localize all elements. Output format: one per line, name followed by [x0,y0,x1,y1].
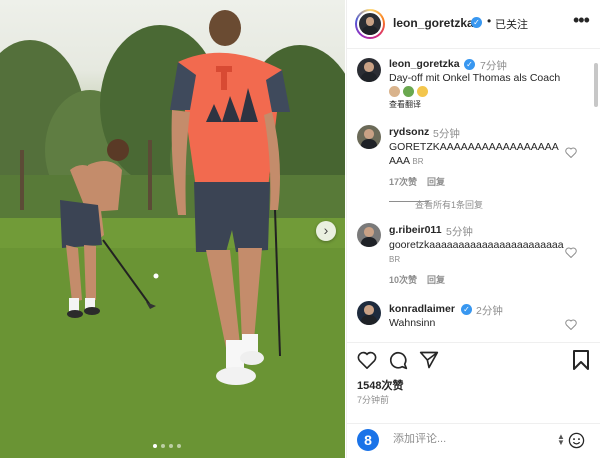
post-header: leon_goretzka ✓ • 已关注 ••• [347,0,600,49]
story-ring[interactable] [355,9,385,39]
add-comment-bar: 8 ▲▼ [347,423,600,460]
comment-body: gooretzkaaaaaaaaaaaaaaaaaaaaaaa [389,239,564,251]
comment-avatar[interactable] [357,301,381,325]
thumbs-up-emoji-icon [417,86,428,97]
carousel-dot [153,444,157,448]
caption-text: Day-off mit Onkel Thomas als Coach [389,72,561,84]
like-comment-heart-icon[interactable] [565,147,577,158]
comments-list: leon_goretzka ✓ 7分钟 Day-off mit Onkel Th… [347,49,600,341]
comment-bubble-icon[interactable] [388,350,408,370]
carousel-dot [169,444,173,448]
like-comment-heart-icon[interactable] [565,247,577,258]
verified-badge-icon: ✓ [471,17,482,28]
author-username[interactable]: leon_goretzka [393,16,474,30]
like-count[interactable]: 1548次赞 [357,377,403,393]
comment-text: Wahnsinn [389,317,436,329]
comment-time: 5分钟 [433,128,460,140]
reply-button[interactable]: 回复 [427,175,445,188]
post-timestamp: 7分钟前 [357,395,390,405]
older-man-emoji-icon [389,86,400,97]
comment-username[interactable]: rydsonz [389,126,429,138]
caption-username[interactable]: leon_goretzka [389,58,460,70]
comment-username[interactable]: g.ribeir011 [389,224,442,236]
verified-badge-icon: ✓ [461,304,472,315]
see-translation-link[interactable]: 查看翻译 [389,99,421,110]
like-comment-heart-icon[interactable] [565,319,577,330]
fairway [0,218,345,458]
golfer-emoji-icon [403,86,414,97]
carousel-next-button[interactable]: › [316,221,336,241]
caption-avatar[interactable] [357,58,381,82]
comment-like-count[interactable]: 10次赞 [389,273,417,286]
comment-text: GORETZKAAAAAAAAAAAAAAAAAAAA BR [389,140,564,169]
more-options-icon[interactable]: ••• [573,10,590,31]
caption-time: 7分钟 [480,60,507,72]
flag-label: BR [389,255,401,264]
comments-scrollbar[interactable] [594,49,598,321]
golf-ball [153,273,159,279]
comment-like-count[interactable]: 17次赞 [389,175,417,188]
carousel-dot [161,444,165,448]
emoji-smiley-icon[interactable] [568,432,585,449]
flag-label: BR [412,157,424,166]
author-avatar[interactable] [357,11,383,37]
save-bookmark-icon[interactable] [573,350,589,370]
share-paper-plane-icon[interactable] [419,350,439,370]
comment-avatar[interactable] [357,125,381,149]
follow-status-button[interactable]: 已关注 [495,16,528,32]
caret-updown-icon[interactable]: ▲ ▼ [557,433,565,447]
comment-text: gooretzkaaaaaaaaaaaaaaaaaaaaaaa BR [389,238,567,267]
add-comment-input[interactable] [393,433,543,445]
post-actions: 1548次赞 7分钟前 8 ▲▼ [347,342,600,459]
comment-username[interactable]: konradlaimer [389,303,455,315]
post-photo: › [0,0,345,458]
verified-badge-icon: ✓ [464,59,475,70]
scrollbar-thumb[interactable] [594,63,598,107]
translate-extension-icon[interactable]: 8 [357,429,379,451]
view-replies-link[interactable]: 查看所有1条回复 [415,198,483,211]
carousel-dots [153,444,181,448]
comment-time: 2分钟 [476,305,503,317]
carousel-dot [177,444,181,448]
like-heart-icon[interactable] [357,351,377,369]
post-sidebar: leon_goretzka ✓ • 已关注 ••• leon_goretzka … [346,0,600,458]
separator-dot: • [487,14,492,28]
comment-avatar[interactable] [357,223,381,247]
comment-time: 5分钟 [446,226,473,238]
reply-button[interactable]: 回复 [427,273,445,286]
golf-scene-illustration [0,10,345,458]
